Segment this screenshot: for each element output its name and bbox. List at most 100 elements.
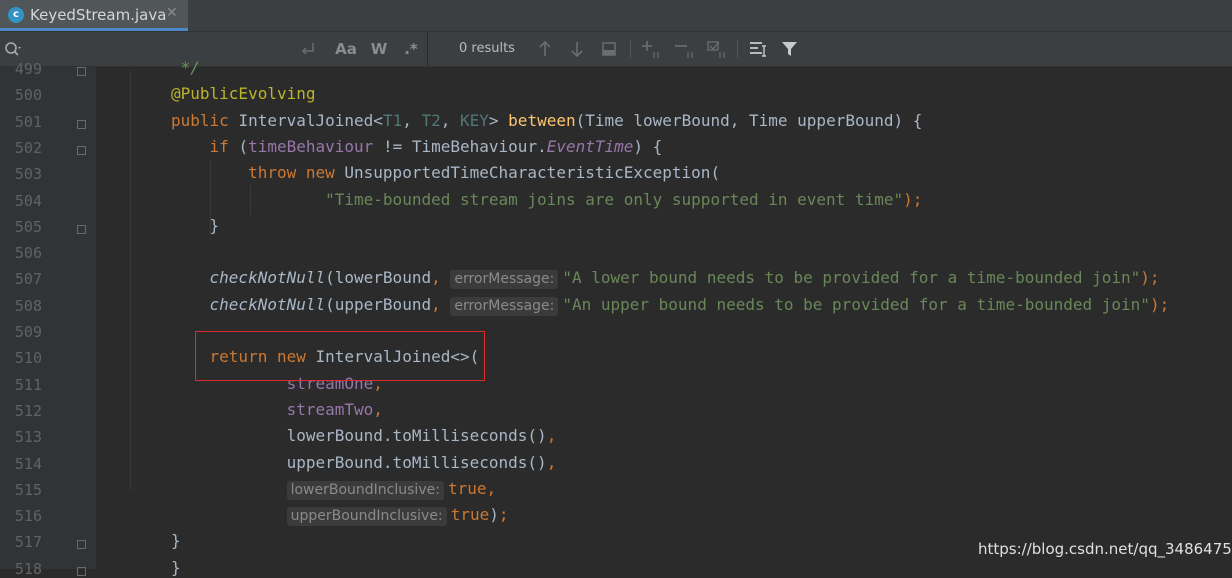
add-occurrence-icon[interactable] xyxy=(639,32,665,66)
code-token: ); xyxy=(1140,268,1160,287)
code-line: "Time-bounded stream joins are only supp… xyxy=(171,190,922,209)
filter-icon[interactable] xyxy=(778,32,802,66)
select-all-matches-icon[interactable] xyxy=(704,32,730,66)
code-token: timeBehaviour xyxy=(248,137,374,156)
line-number: 514 xyxy=(14,455,42,473)
remove-occurrence-icon[interactable] xyxy=(672,32,698,66)
code-token: ( xyxy=(238,137,249,156)
indent-guide xyxy=(250,185,251,215)
whole-words-button[interactable]: W xyxy=(366,32,392,66)
line-number: 508 xyxy=(14,297,42,315)
line-number: 502 xyxy=(14,139,42,157)
code-token: public xyxy=(171,111,239,130)
search-input[interactable] xyxy=(26,38,290,62)
code-line: if (timeBehaviour != TimeBehaviour.Event… xyxy=(171,137,663,156)
indent-guide xyxy=(210,160,211,235)
code-token: (upperBound xyxy=(325,295,432,314)
code-token: ); xyxy=(1149,295,1170,314)
code-token: "An upper bound needs to be provided for… xyxy=(562,295,1150,314)
code-token: , xyxy=(373,400,383,419)
code-line: @PublicEvolving xyxy=(171,84,316,103)
line-number: 504 xyxy=(14,192,42,210)
highlight-annotation-box xyxy=(195,331,485,381)
code-line: lowerBoundInclusive: true, xyxy=(171,479,496,500)
code-token: throw new xyxy=(248,163,345,182)
code-token: , xyxy=(440,111,460,130)
separator xyxy=(737,40,738,58)
search-results-count: 0 results xyxy=(459,41,515,56)
code-token: , xyxy=(431,268,451,287)
match-case-button[interactable]: Aa xyxy=(333,32,359,66)
code-token: UnsupportedTimeCharacteristicException( xyxy=(344,163,721,182)
filter-search-results-icon[interactable] xyxy=(746,32,770,66)
code-line: */ xyxy=(171,58,200,77)
line-number: 511 xyxy=(14,376,42,394)
code-token: @PublicEvolving xyxy=(171,84,316,103)
parameter-hint: errorMessage: xyxy=(450,297,559,316)
tab-keyedstream-java[interactable]: c KeyedStream.java ✕ xyxy=(0,0,188,31)
code-line: public IntervalJoined<T1, T2, KEY> betwe… xyxy=(171,111,922,130)
code-line: streamTwo, xyxy=(171,400,383,419)
fold-marker-icon[interactable] xyxy=(77,146,86,155)
close-icon[interactable]: ✕ xyxy=(166,5,178,21)
code-token: lowerBound.toMilliseconds() xyxy=(171,426,547,445)
code-token: EventTime xyxy=(546,137,634,156)
watermark-text: https://blog.csdn.net/qq_34864753 xyxy=(978,540,1232,558)
line-number: 507 xyxy=(14,270,42,288)
fold-marker-icon[interactable] xyxy=(77,540,86,549)
select-all-occurrences-icon[interactable] xyxy=(597,32,621,66)
code-token: streamTwo xyxy=(286,400,374,419)
code-token: > xyxy=(488,111,509,130)
code-token: "A lower bound needs to be provided for … xyxy=(562,268,1141,287)
code-token: KEY xyxy=(460,111,489,130)
code-token: , xyxy=(431,295,451,314)
code-line: checkNotNull(lowerBound, errorMessage: "A… xyxy=(171,268,1160,289)
code-token: ) xyxy=(489,505,499,524)
tab-label: KeyedStream.java xyxy=(30,6,167,24)
code-token: , xyxy=(546,453,557,472)
code-line: } xyxy=(171,558,181,577)
fold-marker-icon[interactable] xyxy=(77,120,86,129)
code-line: upperBound.toMilliseconds(), xyxy=(171,453,557,472)
code-token: T1 xyxy=(382,111,403,130)
arrow-down-icon[interactable] xyxy=(565,32,589,66)
regex-button[interactable]: .* xyxy=(398,32,424,66)
code-line: lowerBound.toMilliseconds(), xyxy=(171,426,557,445)
code-token: } xyxy=(171,216,220,235)
code-token: } xyxy=(171,531,181,550)
code-token: if xyxy=(209,137,239,156)
fold-marker-icon[interactable] xyxy=(77,225,86,234)
code-token: ) { xyxy=(633,137,663,156)
line-number: 506 xyxy=(14,244,42,262)
separator xyxy=(630,40,631,58)
arrow-up-icon[interactable] xyxy=(533,32,557,66)
code-token: true xyxy=(450,505,490,524)
code-token: IntervalJoined< xyxy=(238,111,383,130)
code-token: T2 xyxy=(421,111,441,130)
line-number: 505 xyxy=(14,218,42,236)
line-number: 517 xyxy=(14,533,42,551)
code-token: , xyxy=(546,426,557,445)
new-line-icon[interactable] xyxy=(296,32,320,66)
line-number: 518 xyxy=(14,560,42,578)
code-line: upperBoundInclusive: true); xyxy=(171,505,509,526)
code-token: true, xyxy=(447,479,497,498)
code-token: "Time-bounded stream joins are only supp… xyxy=(325,190,904,209)
line-number: 500 xyxy=(14,86,42,104)
indent-guide xyxy=(130,70,131,490)
code-token: != TimeBehaviour. xyxy=(373,137,547,156)
code-line: checkNotNull(upperBound, errorMessage: "A… xyxy=(171,295,1169,316)
code-token: */ xyxy=(171,58,200,77)
code-token: upperBound.toMilliseconds() xyxy=(171,453,547,472)
line-number: 510 xyxy=(14,349,42,367)
line-number: 515 xyxy=(14,481,42,499)
fold-marker-icon[interactable] xyxy=(77,67,86,76)
fold-marker-icon[interactable] xyxy=(77,567,86,576)
